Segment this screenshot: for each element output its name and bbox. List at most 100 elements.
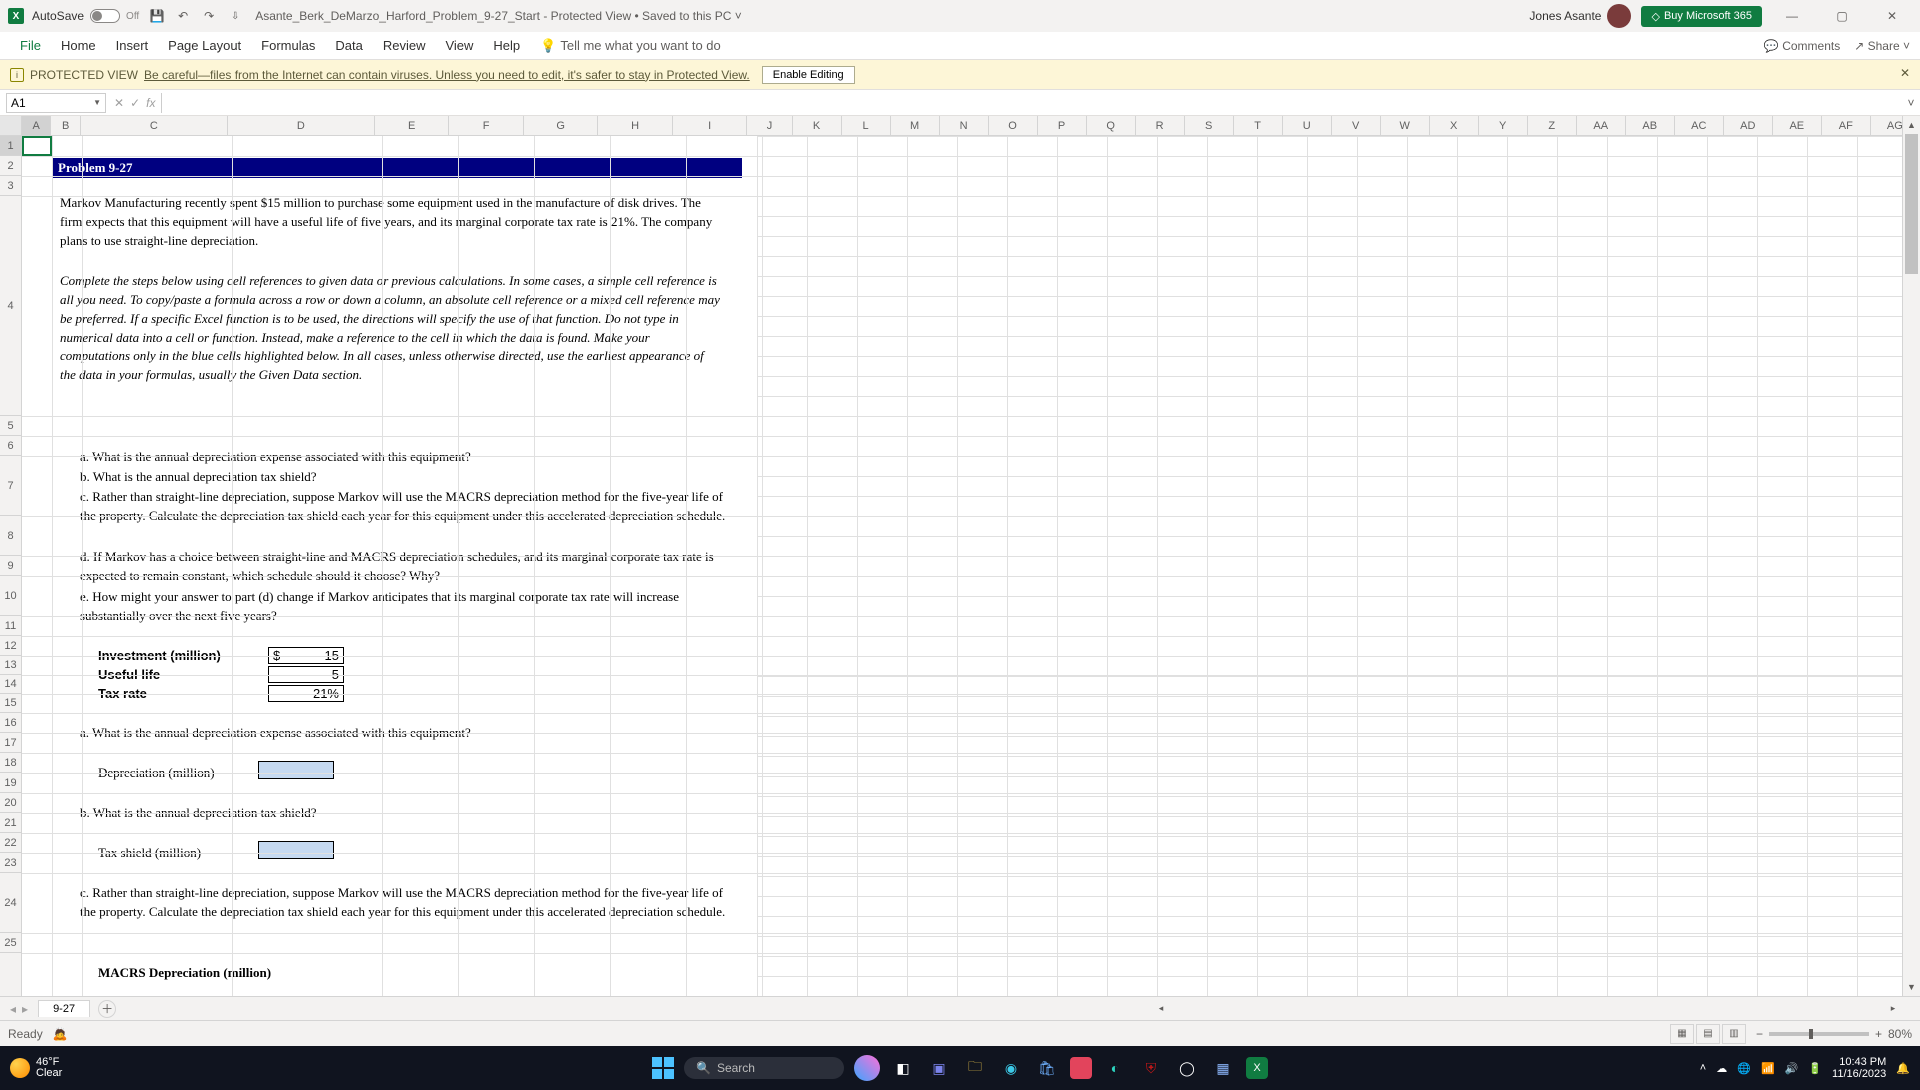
row-header-4[interactable]: 4 <box>0 196 21 416</box>
col-header-AF[interactable]: AF <box>1822 116 1871 135</box>
row-header-23[interactable]: 23 <box>0 853 21 873</box>
row-header-20[interactable]: 20 <box>0 793 21 813</box>
redo-icon[interactable]: ↷ <box>201 8 217 24</box>
ribbon-tab-help[interactable]: Help <box>483 32 530 59</box>
col-header-U[interactable]: U <box>1283 116 1332 135</box>
store-icon[interactable]: 🛍 <box>1034 1055 1060 1081</box>
chat-icon[interactable]: ▣ <box>926 1055 952 1081</box>
tax-shield-input-cell[interactable] <box>258 841 334 859</box>
protected-view-message[interactable]: Be careful—files from the Internet can c… <box>144 68 750 82</box>
row-header-7[interactable]: 7 <box>0 456 21 516</box>
scroll-right-icon[interactable]: ▸ <box>1884 1003 1902 1014</box>
battery-icon[interactable]: 🔋 <box>1808 1062 1822 1075</box>
row-header-5[interactable]: 5 <box>0 416 21 436</box>
minimize-button[interactable]: — <box>1772 2 1812 30</box>
wifi-icon[interactable]: 📶 <box>1761 1062 1775 1075</box>
app-icon-1[interactable] <box>1070 1057 1092 1079</box>
row-header-1[interactable]: 1 <box>0 136 21 156</box>
col-header-M[interactable]: M <box>891 116 940 135</box>
start-button[interactable] <box>652 1057 674 1079</box>
col-header-P[interactable]: P <box>1038 116 1087 135</box>
scroll-down-icon[interactable]: ▼ <box>1903 978 1920 996</box>
col-header-C[interactable]: C <box>81 116 228 135</box>
ribbon-tab-page-layout[interactable]: Page Layout <box>158 32 251 59</box>
col-header-Y[interactable]: Y <box>1479 116 1528 135</box>
accept-formula-icon[interactable]: ✓ <box>130 96 140 110</box>
clock[interactable]: 10:43 PM 11/16/2023 <box>1832 1056 1886 1080</box>
row-header-18[interactable]: 18 <box>0 753 21 773</box>
col-header-I[interactable]: I <box>673 116 748 135</box>
col-header-E[interactable]: E <box>375 116 450 135</box>
col-header-AE[interactable]: AE <box>1773 116 1822 135</box>
row-header-17[interactable]: 17 <box>0 733 21 753</box>
col-header-W[interactable]: W <box>1381 116 1430 135</box>
task-view-icon[interactable]: ◧ <box>890 1055 916 1081</box>
col-header-AD[interactable]: AD <box>1724 116 1773 135</box>
fx-icon[interactable]: fx <box>146 96 155 110</box>
row-header-24[interactable]: 24 <box>0 873 21 933</box>
edge-icon[interactable]: ◉ <box>998 1055 1024 1081</box>
language-icon[interactable]: 🌐 <box>1737 1062 1751 1075</box>
add-sheet-button[interactable]: ＋ <box>98 1000 116 1018</box>
col-header-D[interactable]: D <box>228 116 375 135</box>
col-header-H[interactable]: H <box>598 116 673 135</box>
scroll-thumb[interactable] <box>1905 134 1918 274</box>
onedrive-icon[interactable]: ☁ <box>1716 1062 1727 1075</box>
row-header-12[interactable]: 12 <box>0 636 21 656</box>
scroll-left-icon[interactable]: ◂ <box>1152 1003 1170 1014</box>
row-header-15[interactable]: 15 <box>0 694 21 713</box>
ribbon-tab-insert[interactable]: Insert <box>106 32 159 59</box>
zoom-out-button[interactable]: − <box>1756 1027 1763 1041</box>
row-header-25[interactable]: 25 <box>0 933 21 953</box>
user-account[interactable]: Jones Asante <box>1529 4 1631 28</box>
row-header-22[interactable]: 22 <box>0 833 21 853</box>
ribbon-tab-view[interactable]: View <box>435 32 483 59</box>
prev-sheet-icon[interactable]: ◂ <box>10 1002 16 1016</box>
comments-button[interactable]: 💬 Comments <box>1764 39 1840 53</box>
row-header-3[interactable]: 3 <box>0 176 21 196</box>
normal-view-button[interactable]: ▦ <box>1670 1024 1694 1044</box>
sheet-tab-active[interactable]: 9-27 <box>38 1000 90 1017</box>
save-icon[interactable]: 💾 <box>149 8 165 24</box>
undo-icon[interactable]: ↶ <box>175 8 191 24</box>
col-header-F[interactable]: F <box>449 116 524 135</box>
col-header-K[interactable]: K <box>793 116 842 135</box>
col-header-J[interactable]: J <box>747 116 792 135</box>
close-protected-bar-icon[interactable]: ✕ <box>1900 66 1910 80</box>
scroll-up-icon[interactable]: ▲ <box>1903 116 1920 134</box>
buy-365-button[interactable]: ◇ Buy Microsoft 365 <box>1641 6 1762 27</box>
taskbar-search[interactable]: 🔍Search <box>684 1057 844 1079</box>
ribbon-tab-data[interactable]: Data <box>325 32 372 59</box>
col-header-AB[interactable]: AB <box>1626 116 1675 135</box>
col-header-A[interactable]: A <box>22 116 51 135</box>
ribbon-tab-review[interactable]: Review <box>373 32 436 59</box>
row-header-14[interactable]: 14 <box>0 675 21 694</box>
col-header-O[interactable]: O <box>989 116 1038 135</box>
expand-formula-bar-icon[interactable]: ˅ <box>1902 96 1920 110</box>
row-header-21[interactable]: 21 <box>0 813 21 833</box>
col-header-N[interactable]: N <box>940 116 989 135</box>
tray-chevron-icon[interactable]: ˄ <box>1700 1062 1706 1074</box>
autosave-toggle[interactable]: AutoSave Off <box>32 9 139 23</box>
app-icon-2[interactable]: ◐ <box>1102 1055 1128 1081</box>
formula-bar[interactable] <box>161 93 1902 113</box>
col-header-S[interactable]: S <box>1185 116 1234 135</box>
name-box[interactable]: A1 ▼ <box>6 93 106 113</box>
copilot-icon[interactable] <box>854 1055 880 1081</box>
accessibility-icon[interactable]: 🙇 <box>53 1027 68 1041</box>
mcafee-icon[interactable]: ⛨ <box>1138 1055 1164 1081</box>
zoom-slider[interactable] <box>1769 1032 1869 1036</box>
next-sheet-icon[interactable]: ▸ <box>22 1002 28 1016</box>
col-header-X[interactable]: X <box>1430 116 1479 135</box>
row-header-9[interactable]: 9 <box>0 556 21 576</box>
col-header-Z[interactable]: Z <box>1528 116 1577 135</box>
excel-taskbar-icon[interactable]: X <box>1246 1057 1268 1079</box>
col-header-T[interactable]: T <box>1234 116 1283 135</box>
page-layout-view-button[interactable]: ▤ <box>1696 1024 1720 1044</box>
sheet-content[interactable]: Problem 9-27 Markov Manufacturing recent… <box>22 136 1920 996</box>
vertical-scrollbar[interactable]: ▲ ▼ <box>1902 116 1920 996</box>
tell-me-search[interactable]: 💡 Tell me what you want to do <box>540 38 721 54</box>
share-button[interactable]: ↗ Share ˅ <box>1854 39 1910 53</box>
col-header-AC[interactable]: AC <box>1675 116 1724 135</box>
horizontal-scrollbar[interactable]: ◂ ▸ <box>1152 1000 1902 1018</box>
